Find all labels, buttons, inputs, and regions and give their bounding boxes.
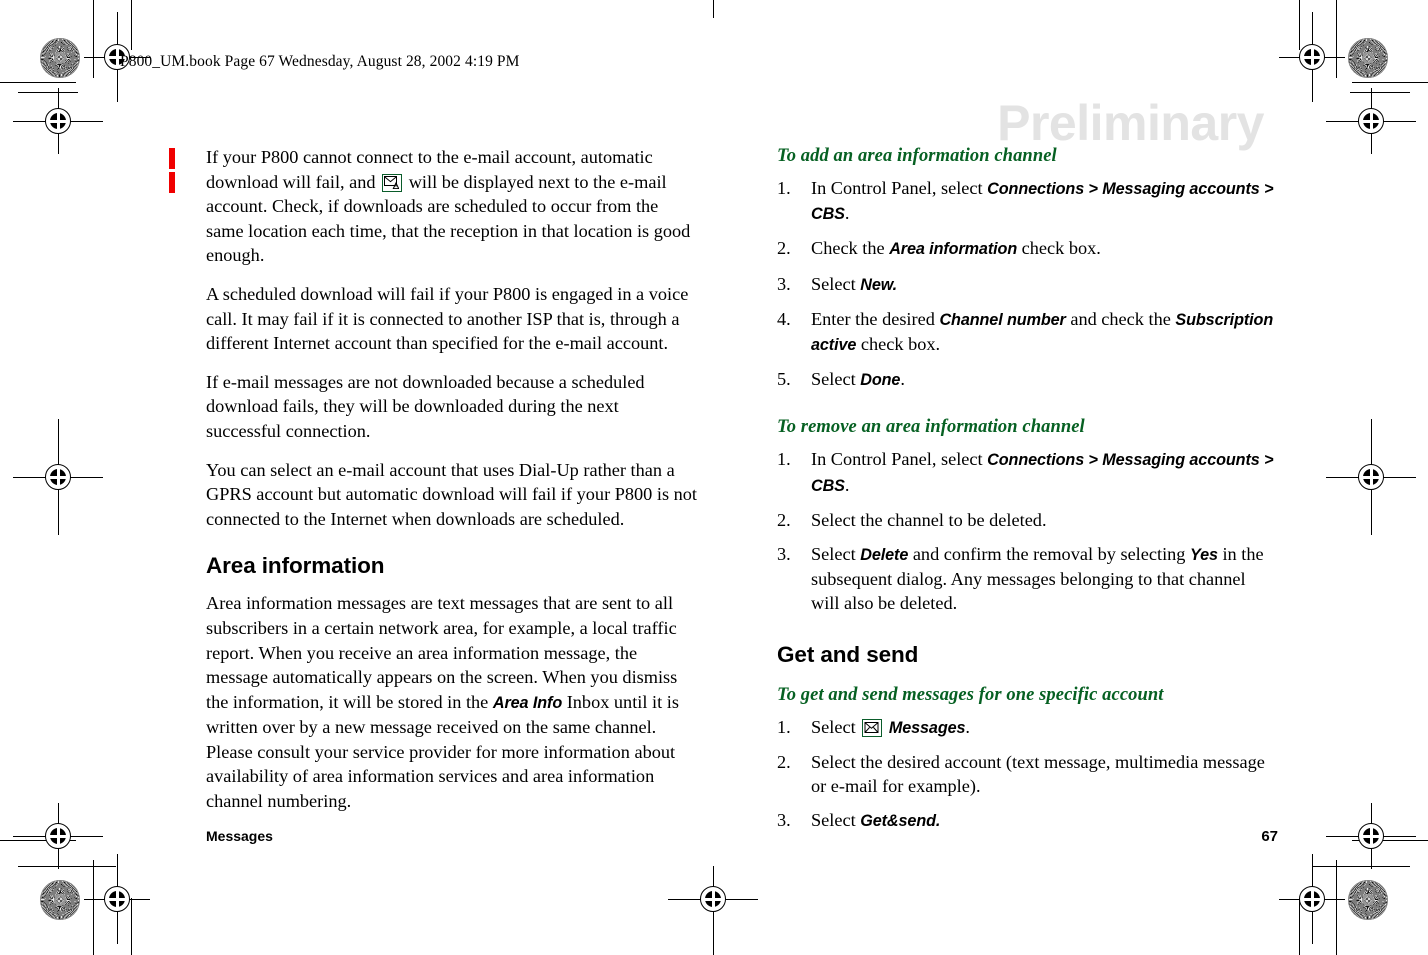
corner-rule-bl xyxy=(18,866,116,867)
step-run: Enter the desired xyxy=(811,308,940,329)
trim-line-top-right xyxy=(1352,82,1428,83)
step-item: Select Done. xyxy=(777,367,1277,392)
step-run: . xyxy=(900,369,905,390)
procedure-steps-add-channel: In Control Panel, select Connections > M… xyxy=(777,176,1277,392)
step-run: In Control Panel, select xyxy=(811,178,988,198)
step-item: In Control Panel, select Connections > M… xyxy=(777,447,1277,497)
step-item: Select Messages. xyxy=(777,715,1277,740)
section-heading-area-information: Area information xyxy=(206,553,385,579)
crop-line-right-bottom xyxy=(1299,898,1300,955)
corner-rule-br xyxy=(1312,866,1410,867)
step-run: . xyxy=(844,474,850,495)
step-run: and check the xyxy=(1065,308,1176,329)
crop-line-left-top xyxy=(131,0,132,50)
change-bar xyxy=(169,148,175,169)
footer-chapter-name: Messages xyxy=(206,828,273,844)
step-item: Enter the desired Channel number and che… xyxy=(777,307,1277,357)
step-run: Select xyxy=(811,544,861,565)
step-run: . xyxy=(965,716,970,737)
envelope-warning-icon xyxy=(382,173,403,192)
step-run: and confirm the removal by selecting xyxy=(908,544,1190,565)
step-run: Select the desired account (text message… xyxy=(811,751,1265,797)
printed-page: P800_UM.book Page 67 Wednesday, August 2… xyxy=(0,0,1428,955)
trim-line-top-left xyxy=(0,82,76,83)
registration-rosette-bottom-right xyxy=(1348,880,1388,920)
page-footer: Messages 67 xyxy=(206,828,1278,845)
paragraph-run: You can select an e-mail account that us… xyxy=(206,459,698,529)
step-item: Check the Area information check box. xyxy=(777,236,1277,261)
crop-line-left-bottom xyxy=(131,898,132,955)
procedure-heading-remove-channel: To remove an area information channel xyxy=(777,417,1085,438)
ui-string-yes: Yes xyxy=(1190,546,1218,565)
ui-string-channel-number: Channel number xyxy=(939,310,1066,329)
step-item: Select the channel to be deleted. xyxy=(777,508,1277,532)
step-run: check box. xyxy=(1017,238,1101,259)
procedure-heading-add-channel: To add an area information channel xyxy=(777,146,1057,166)
ui-string-area-info: Area Info xyxy=(492,693,563,712)
left-column: If your P800 cannot connect to the e-mai… xyxy=(169,145,698,814)
section-heading-get-and-send: Get and send xyxy=(777,641,919,667)
procedure-steps-get-and-send: Select Messages. Select the desired acco… xyxy=(777,715,1277,834)
ui-string-delete: Delete xyxy=(860,546,909,565)
ui-string-area-information: Area information xyxy=(889,240,1018,259)
body-paragraph: A scheduled download will fail if your P… xyxy=(169,148,698,356)
envelope-icon xyxy=(862,718,883,737)
body-paragraph: If e-mail messages are not downloaded be… xyxy=(206,370,698,444)
step-item: Select New. xyxy=(777,272,1277,297)
step-run: check box. xyxy=(856,334,941,355)
step-run: . xyxy=(844,203,850,224)
corner-rule-tr xyxy=(1350,92,1410,93)
right-column: To add an area information channel In Co… xyxy=(777,145,1277,843)
step-run: Check the xyxy=(811,238,890,259)
footer-page-number: 67 xyxy=(1261,828,1278,845)
registration-rosette-bottom-left xyxy=(40,880,80,920)
trim-line-right-lower xyxy=(1336,860,1337,955)
ui-string-new: New. xyxy=(860,275,898,294)
running-header: P800_UM.book Page 67 Wednesday, August 2… xyxy=(120,53,520,70)
preliminary-watermark: Preliminary xyxy=(997,95,1264,151)
step-run: In Control Panel, select xyxy=(811,449,988,470)
procedure-heading-get-and-send: To get and send messages for one specifi… xyxy=(777,684,1164,705)
step-run: Select the channel to be deleted. xyxy=(811,509,1047,530)
paragraph-run: A scheduled download will fail if your P… xyxy=(206,283,689,354)
step-item: Select the desired account (text message… xyxy=(777,750,1277,798)
registration-rosette-top-left xyxy=(40,38,80,78)
step-run: Select xyxy=(811,716,861,737)
body-paragraph: You can select an e-mail account that us… xyxy=(169,172,698,532)
body-paragraph: If your P800 cannot connect to the e-mai… xyxy=(169,145,698,268)
step-run: Select xyxy=(811,273,861,294)
step-item: In Control Panel, select Connections > M… xyxy=(777,176,1277,226)
change-bar xyxy=(169,172,175,193)
crop-line-center-top xyxy=(713,0,714,18)
ui-string-messages: Messages xyxy=(888,718,966,737)
ui-string-done: Done xyxy=(860,371,901,390)
step-item: Select Delete and confirm the removal by… xyxy=(777,542,1277,616)
trim-line-left-lower xyxy=(93,860,94,955)
trim-line-left xyxy=(93,0,94,78)
section-body-paragraph: Area information messages are text messa… xyxy=(206,591,698,813)
step-run: Select xyxy=(811,369,861,390)
crop-line-right-top xyxy=(1299,0,1300,50)
procedure-steps-remove-channel: In Control Panel, select Connections > M… xyxy=(777,447,1277,615)
corner-rule-tl xyxy=(18,92,78,93)
paragraph-run: If e-mail messages are not downloaded be… xyxy=(206,371,645,441)
trim-line-right xyxy=(1336,0,1337,78)
registration-rosette-top-right xyxy=(1348,38,1388,78)
